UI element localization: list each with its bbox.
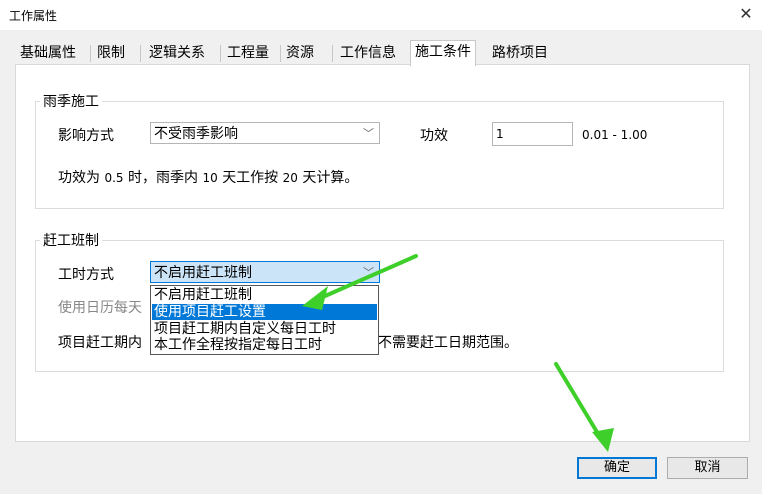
arrow-head-icon [592, 428, 614, 452]
annotation-arrow-ok [554, 362, 605, 444]
arrow-head-icon [302, 286, 328, 310]
annotation-arrow-dropdown [314, 254, 418, 302]
annotation-arrows [302, 254, 614, 452]
